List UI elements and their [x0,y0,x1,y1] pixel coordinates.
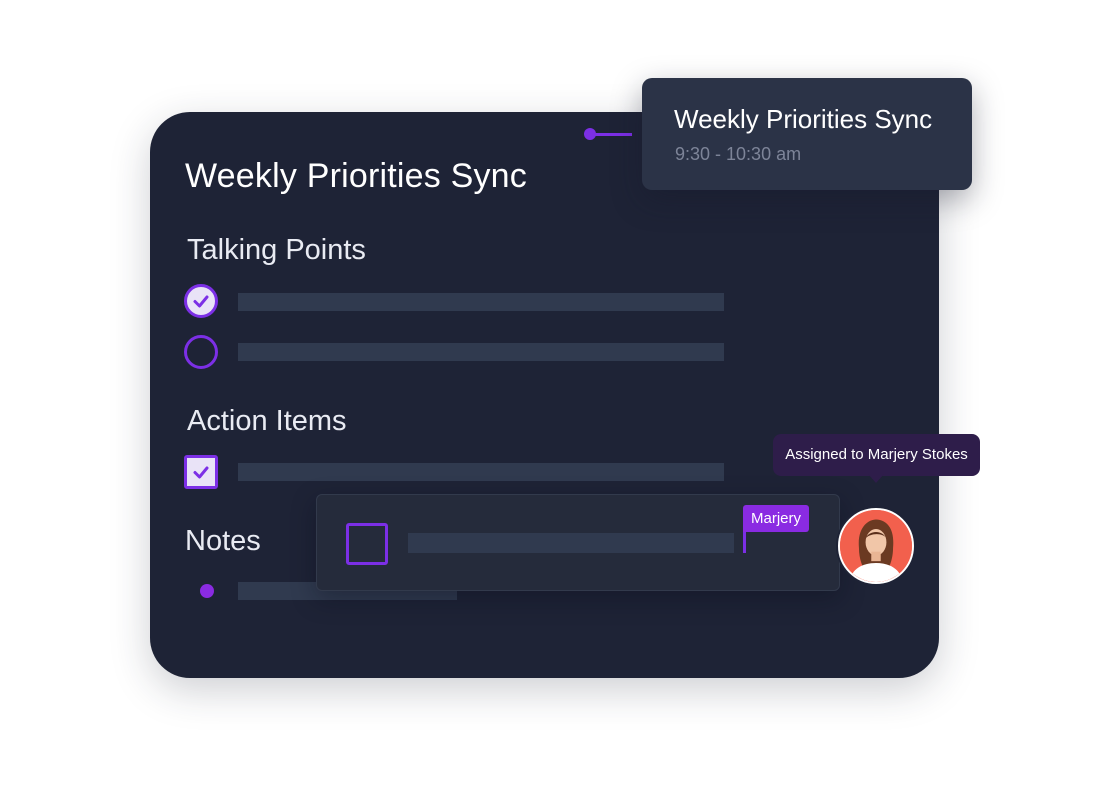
user-avatar-icon [840,510,912,582]
action-items-heading: Action Items [187,405,347,437]
popup-title: Weekly Priorities Sync [674,104,933,134]
check-icon [193,295,209,308]
talking-point-checkbox-1[interactable] [184,284,218,318]
talking-points-heading: Talking Points [187,234,366,266]
action-item-checkbox-1[interactable] [184,455,218,489]
collaborator-cursor-label: Marjery [743,505,810,532]
tooltip-arrow [868,474,884,483]
action-item-text-1 [238,463,724,481]
meeting-card: Weekly Priorities Sync Talking Points Ac… [150,112,939,678]
check-icon [193,466,209,479]
assignee-avatar[interactable] [838,508,914,584]
connector-line [592,133,632,136]
meeting-popup[interactable]: Weekly Priorities Sync 9:30 - 10:30 am [642,78,972,190]
new-action-item-row[interactable]: Marjery [316,494,840,591]
talking-point-text-1 [238,293,724,311]
talking-point-checkbox-2[interactable] [184,335,218,369]
talking-point-text-2 [238,343,724,361]
new-action-item-text[interactable] [408,533,734,553]
new-action-item-checkbox[interactable] [346,523,388,565]
meeting-title: Weekly Priorities Sync [185,157,527,195]
bullet-icon [200,584,214,598]
popup-time: 9:30 - 10:30 am [675,144,802,164]
assignment-tooltip: Assigned to Marjery Stokes [773,434,980,476]
notes-heading: Notes [185,525,261,557]
